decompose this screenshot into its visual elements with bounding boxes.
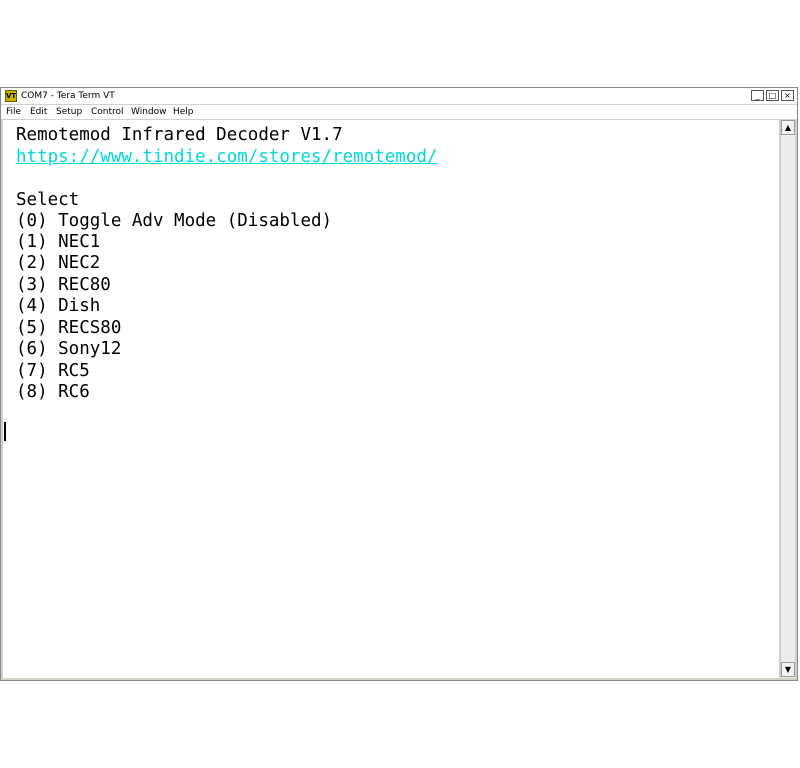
menu-setup[interactable]: Setup — [56, 106, 82, 118]
terminal-line-option-2: (2) NEC2 — [16, 253, 101, 273]
terminal-line-option-3: (3) REC80 — [16, 275, 111, 295]
terminal-line-select: Select — [16, 190, 80, 210]
terminal-line-option-5: (5) RECS80 — [16, 318, 122, 338]
terminal-window: VT COM7 - Tera Term VT _ □ × File Edit S… — [0, 87, 798, 681]
terminal-line-option-8: (8) RC6 — [16, 382, 90, 402]
scroll-down-button[interactable]: ▼ — [781, 662, 795, 677]
text-cursor — [4, 422, 6, 441]
arrow-down-icon: ▼ — [784, 665, 792, 674]
terminal-line-link[interactable]: https://www.tindie.com/stores/remotemod/ — [16, 146, 437, 168]
terminal-line-option-7: (7) RC5 — [16, 361, 90, 381]
menu-help[interactable]: Help — [173, 106, 194, 118]
menu-bar: File Edit Setup Control Window Help — [1, 105, 797, 119]
title-bar[interactable]: VT COM7 - Tera Term VT _ □ × — [1, 88, 797, 105]
tera-term-app-icon[interactable]: VT — [5, 90, 17, 102]
terminal-screen[interactable]: Remotemod Infrared Decoder V1.7 https://… — [3, 120, 779, 678]
terminal-line-option-4: (4) Dish — [16, 296, 101, 316]
terminal-line-option-1: (1) NEC1 — [16, 232, 101, 252]
terminal-line-header: Remotemod Infrared Decoder V1.7 — [16, 125, 343, 145]
terminal-line-option-0: (0) Toggle Adv Mode (Disabled) — [16, 211, 333, 231]
close-button[interactable]: × — [781, 90, 794, 101]
vertical-scrollbar[interactable]: ▲ ▼ — [780, 120, 795, 678]
menu-window[interactable]: Window — [131, 106, 167, 118]
minimize-button[interactable]: _ — [751, 90, 764, 101]
menu-control[interactable]: Control — [91, 106, 124, 118]
menu-edit[interactable]: Edit — [30, 106, 47, 118]
arrow-up-icon: ▲ — [784, 123, 792, 132]
maximize-button[interactable]: □ — [766, 90, 779, 101]
menu-file[interactable]: File — [6, 106, 21, 118]
window-title: COM7 - Tera Term VT — [21, 91, 115, 101]
terminal-line-option-6: (6) Sony12 — [16, 339, 122, 359]
scroll-up-button[interactable]: ▲ — [781, 120, 795, 135]
